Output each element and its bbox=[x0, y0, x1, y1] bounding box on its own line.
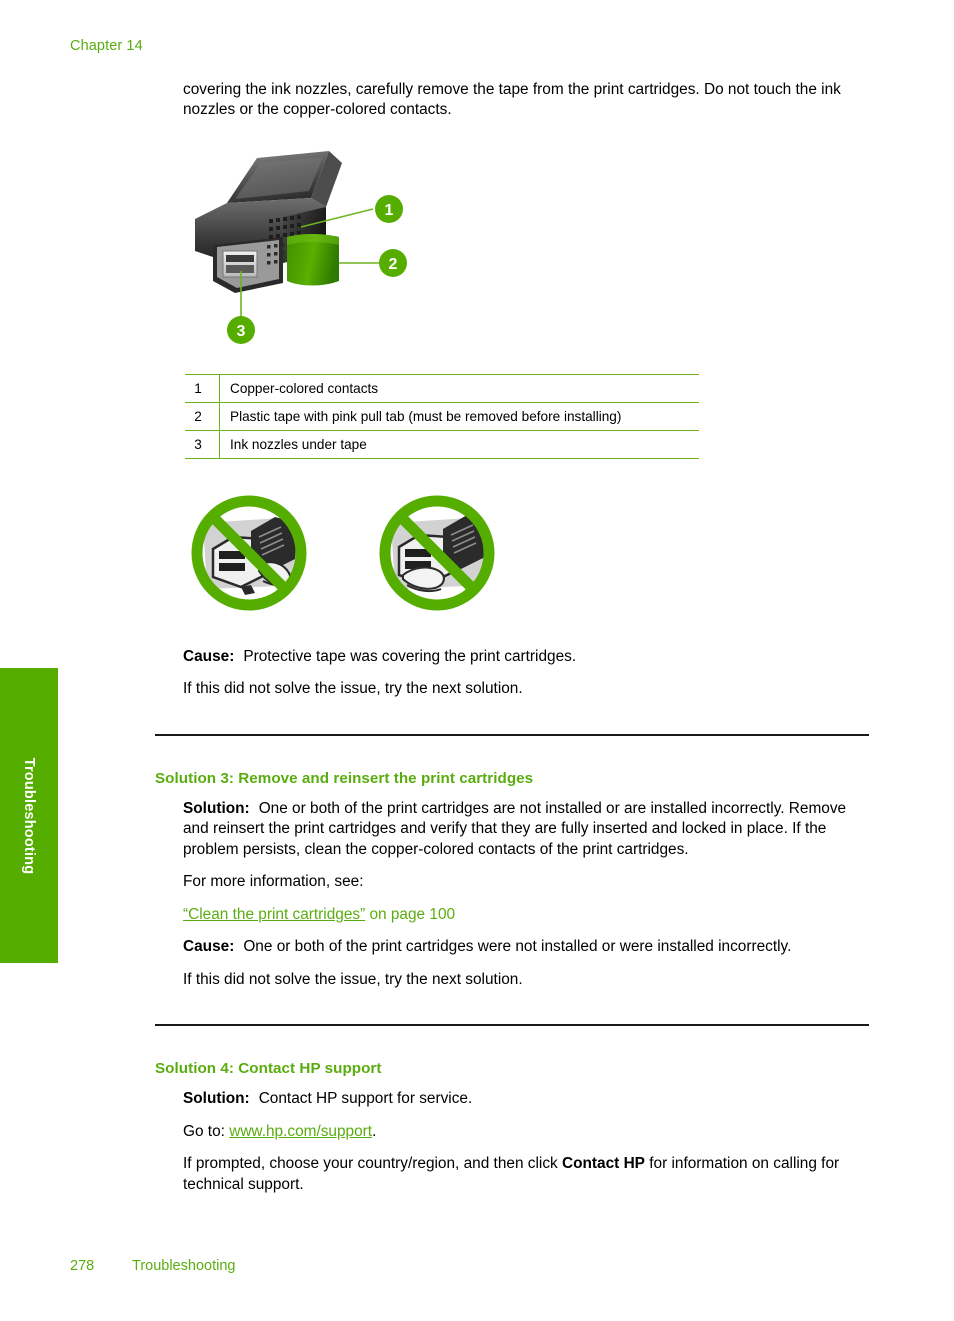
contact-hp-bold: Contact HP bbox=[562, 1155, 645, 1173]
table-row: 2 Plastic tape with pink pull tab (must … bbox=[185, 402, 699, 431]
solution-label: Solution: bbox=[183, 1090, 250, 1108]
cross-reference-line: “Clean the print cartridges” on page 100 bbox=[183, 905, 869, 925]
cause-paragraph-tape: Cause: Protective tape was covering the p… bbox=[183, 647, 869, 667]
figure-legend-table: 1 Copper-colored contacts 2 Plastic tape… bbox=[185, 373, 699, 459]
goto-suffix: . bbox=[372, 1122, 377, 1140]
prohibition-icons-row bbox=[185, 489, 869, 617]
solution-3-paragraph: Solution: One or both of the print cartri… bbox=[183, 799, 869, 860]
callout-badge-3: 3 bbox=[227, 315, 255, 344]
legend-description: Ink nozzles under tape bbox=[219, 430, 699, 459]
table-row: 3 Ink nozzles under tape bbox=[185, 430, 699, 459]
callout-badge-2: 2 bbox=[379, 248, 407, 277]
footer-page-number: 278 bbox=[70, 1258, 95, 1274]
print-cartridge-illustration: 1 2 3 bbox=[195, 150, 407, 344]
legend-description: Copper-colored contacts bbox=[219, 373, 699, 403]
solution-4-paragraph: Solution: Contact HP support for service. bbox=[183, 1089, 869, 1109]
solution-3-heading: Solution 3: Remove and reinsert the prin… bbox=[155, 769, 534, 787]
page-content: covering the ink nozzles, carefully remo… bbox=[155, 80, 869, 1207]
table-row: 1 Copper-colored contacts bbox=[185, 373, 699, 403]
svg-text:3: 3 bbox=[237, 323, 246, 340]
do-not-touch-copper-contacts-icon bbox=[379, 495, 495, 611]
cross-reference-page: on page 100 bbox=[365, 905, 456, 923]
contact-hp-instruction: If prompted, choose your country/region,… bbox=[183, 1154, 869, 1195]
solution-4-heading: Solution 4: Contact HP support bbox=[155, 1060, 382, 1078]
legend-number: 3 bbox=[185, 430, 220, 459]
more-information-label: For more information, see: bbox=[183, 873, 364, 891]
next-solution-paragraph-tape: If this did not solve the issue, try the… bbox=[183, 680, 523, 698]
cause-text: One or both of the print cartridges were… bbox=[243, 938, 792, 956]
clean-print-cartridges-link[interactable]: “Clean the print cartridges” bbox=[183, 906, 365, 923]
svg-text:1: 1 bbox=[385, 202, 394, 219]
cause-paragraph-solution-3: Cause: One or both of the print cartridge… bbox=[183, 937, 869, 957]
footer-section-name: Troubleshooting bbox=[132, 1258, 236, 1274]
legend-number: 1 bbox=[185, 373, 220, 403]
cause-label: Cause: bbox=[183, 647, 235, 665]
next-solution-paragraph-solution-3: If this did not solve the issue, try the… bbox=[183, 970, 523, 988]
intro-paragraph: covering the ink nozzles, carefully remo… bbox=[183, 81, 841, 119]
cause-label: Cause: bbox=[183, 938, 235, 956]
side-thumb-tab: Troubleshooting bbox=[0, 668, 58, 963]
legend-description: Plastic tape with pink pull tab (must be… bbox=[219, 402, 699, 431]
chapter-running-head: Chapter 14 bbox=[70, 38, 143, 54]
cause-text: Protective tape was covering the print c… bbox=[243, 647, 577, 665]
legend-number: 2 bbox=[185, 402, 220, 431]
svg-text:2: 2 bbox=[389, 256, 398, 273]
goto-url-line: Go to: www.hp.com/support. bbox=[183, 1122, 869, 1142]
callout-badge-1: 1 bbox=[375, 194, 403, 223]
side-thumb-tab-label: Troubleshooting bbox=[21, 757, 37, 874]
instruction-text-before: If prompted, choose your country/region,… bbox=[183, 1155, 562, 1173]
solution-text: One or both of the print cartridges are … bbox=[183, 799, 847, 858]
solution-label: Solution: bbox=[183, 799, 250, 817]
page-footer: 278 Troubleshooting bbox=[70, 1258, 235, 1274]
hp-support-url-link[interactable]: www.hp.com/support bbox=[229, 1123, 372, 1140]
print-cartridge-figure: 1 2 3 bbox=[183, 141, 443, 356]
do-not-touch-ink-nozzles-icon bbox=[191, 495, 307, 611]
solution-text: Contact HP support for service. bbox=[258, 1090, 473, 1108]
goto-label: Go to: bbox=[183, 1122, 230, 1140]
